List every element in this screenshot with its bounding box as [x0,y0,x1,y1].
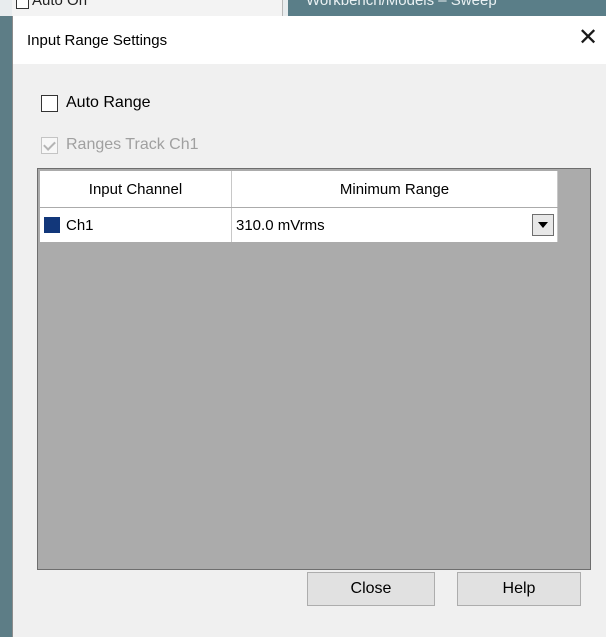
dialog-titlebar: Input Range Settings ✕ [13,16,606,64]
channel-color-swatch [44,217,60,233]
auto-range-label: Auto Range [66,94,151,111]
table-row: Ch1 310.0 mVrms [40,208,558,242]
grid-empty-area [40,243,588,567]
background-left-label: Auto On [32,0,88,9]
chevron-down-icon [538,222,548,228]
channel-name: Ch1 [66,216,94,234]
input-range-settings-dialog: Input Range Settings ✕ Auto Range Ranges… [12,16,606,637]
auto-range-checkbox[interactable] [41,94,58,112]
minimum-range-dropdown[interactable]: 310.0 mVrms [232,208,558,242]
close-button[interactable]: Close [307,572,435,606]
ranges-track-option: Ranges Track Ch1 [41,136,199,154]
help-button[interactable]: Help [457,572,581,606]
background-right-panel: Workbench/Models – Sweep [288,0,606,16]
dropdown-arrow-button[interactable] [532,214,554,236]
background-checkbox [16,0,29,9]
minimum-range-value: 310.0 mVrms [236,216,325,234]
auto-range-option[interactable]: Auto Range [41,94,151,112]
ranges-track-label: Ranges Track Ch1 [66,136,199,153]
background-edge [0,16,12,637]
background-app-strip: Auto On Workbench/Models – Sweep [0,0,606,16]
background-right-label: Workbench/Models – Sweep [306,0,497,9]
header-minimum-range: Minimum Range [232,171,558,207]
close-icon[interactable]: ✕ [575,26,601,52]
grid-header-row: Input Channel Minimum Range [40,171,558,207]
channel-range-grid: Input Channel Minimum Range Ch1 310.0 mV… [37,168,591,570]
ranges-track-checkbox [41,136,58,154]
channel-cell[interactable]: Ch1 [40,208,232,242]
dialog-title: Input Range Settings [27,32,168,49]
background-left-panel: Auto On [12,0,283,16]
header-input-channel: Input Channel [40,171,232,207]
